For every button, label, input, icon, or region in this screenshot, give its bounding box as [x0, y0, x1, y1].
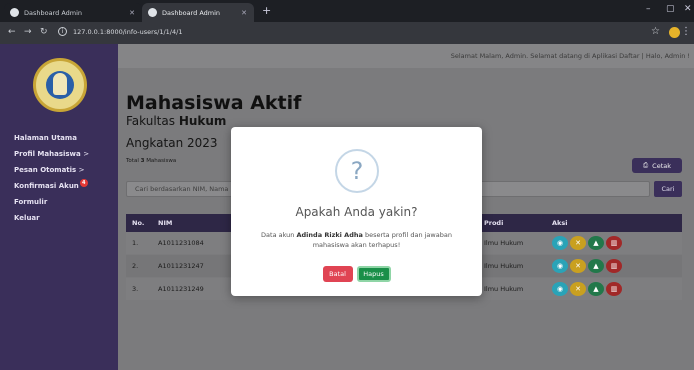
close-icon[interactable]: ✕ [129, 9, 135, 17]
sidebar-item-label: Konfirmasi Akun [14, 182, 79, 190]
confirm-delete-button[interactable]: Hapus [356, 266, 391, 282]
cell-prodi: Ilmu Hukum [484, 239, 524, 247]
graduate-cap-icon[interactable]: ▲ [588, 259, 604, 273]
cell-no: 2. [132, 262, 139, 270]
greeting-text: Selamat Malam, Admin. Selamat datang di … [450, 52, 690, 60]
dialog-buttons: Batal Hapus [231, 266, 482, 282]
cell-no: 1. [132, 239, 139, 247]
notification-badge: 4 [79, 179, 88, 187]
column-header-nim: NIM [158, 219, 173, 227]
faculty-name: Hukum [178, 114, 227, 128]
sidebar-item-konfirmasi-akun[interactable]: Konfirmasi Akun 4 [14, 178, 89, 194]
view-eye-icon[interactable]: ◉ [552, 282, 568, 296]
browser-tab-active[interactable]: Dashboard Admin ✕ [142, 3, 254, 22]
sidebar-item-keluar[interactable]: Keluar [14, 210, 89, 226]
sidebar-item-label: Profil Mahasiswa [14, 150, 81, 158]
sidebar-item-label: Keluar [14, 214, 40, 222]
tab-favicon-icon [10, 8, 19, 17]
view-eye-icon[interactable]: ◉ [552, 236, 568, 250]
row-actions: ◉ ✕ ▲ ▥ [552, 236, 622, 250]
sidebar: Halaman Utama Profil Mahasiswa > Pesan O… [0, 44, 118, 370]
chevron-right-icon: > [78, 166, 85, 174]
question-icon: ? [335, 149, 379, 193]
browser-tab[interactable]: Dashboard Admin ✕ [4, 3, 142, 22]
printer-icon: ⎙ [642, 161, 649, 169]
total-number: 3 [140, 158, 145, 164]
url-field[interactable]: i 127.0.0.1:8000/info-users/1/1/4/1 [58, 27, 182, 36]
cancel-button[interactable]: Batal [322, 266, 353, 282]
tab-favicon-icon [148, 8, 157, 17]
sidebar-item-label: Halaman Utama [14, 134, 77, 142]
row-actions: ◉ ✕ ▲ ▥ [552, 282, 622, 296]
reject-x-icon[interactable]: ✕ [570, 259, 586, 273]
print-button[interactable]: ⎙ Cetak [632, 158, 682, 173]
total-suffix: Mahasiswa [146, 158, 177, 164]
back-icon[interactable]: ← [8, 27, 16, 37]
university-logo [33, 58, 87, 112]
graduate-cap-icon[interactable]: ▲ [588, 236, 604, 250]
delete-trash-icon[interactable]: ▥ [606, 259, 622, 273]
total-prefix: Total [126, 158, 139, 164]
dialog-message: Data akun Adinda Rizki Adha beserta prof… [243, 230, 470, 250]
cell-no: 3. [132, 285, 139, 293]
sidebar-nav: Halaman Utama Profil Mahasiswa > Pesan O… [14, 130, 89, 226]
column-header-aksi: Aksi [552, 219, 568, 227]
cell-nim: A1011231249 [158, 285, 204, 293]
browser-tab-bar: Dashboard Admin ✕ Dashboard Admin ✕ + – … [0, 0, 694, 22]
delete-trash-icon[interactable]: ▥ [606, 282, 622, 296]
faculty-prefix: Fakultas [126, 114, 175, 128]
chevron-right-icon: > [83, 150, 90, 158]
sidebar-item-halaman-utama[interactable]: Halaman Utama [14, 130, 89, 146]
delete-trash-icon[interactable]: ▥ [606, 236, 622, 250]
sidebar-item-label: Pesan Otomatis [14, 166, 77, 174]
total-count: Total 3 Mahasiswa [126, 158, 176, 164]
search-button[interactable]: Cari [654, 181, 682, 197]
cell-nim: A1011231084 [158, 239, 204, 247]
reject-x-icon[interactable]: ✕ [570, 282, 586, 296]
maximize-icon[interactable]: ▢ [666, 4, 675, 14]
cell-nim: A1011231247 [158, 262, 204, 270]
faculty-heading: Fakultas Hukum [126, 114, 226, 128]
close-window-icon[interactable]: ✕ [684, 4, 692, 14]
reload-icon[interactable]: ↻ [40, 27, 48, 37]
row-actions: ◉ ✕ ▲ ▥ [552, 259, 622, 273]
page-title: Mahasiswa Aktif [126, 92, 302, 114]
address-bar: ← → ↻ i 127.0.0.1:8000/info-users/1/1/4/… [0, 22, 694, 44]
student-name: Adinda Rizki Adha [296, 231, 363, 239]
sidebar-item-label: Formulir [14, 198, 48, 206]
url-text: 127.0.0.1:8000/info-users/1/1/4/1 [73, 27, 183, 36]
logo-torch-icon [53, 73, 67, 95]
print-label: Cetak [652, 161, 672, 170]
cell-prodi: Ilmu Hukum [484, 262, 524, 270]
tab-title: Dashboard Admin [162, 8, 221, 17]
cell-prodi: Ilmu Hukum [484, 285, 524, 293]
header-bar: Selamat Malam, Admin. Selamat datang di … [118, 44, 694, 68]
profile-avatar-icon[interactable] [669, 27, 680, 38]
message-prefix: Data akun [261, 231, 295, 239]
sidebar-item-pesan-otomatis[interactable]: Pesan Otomatis > [14, 162, 89, 178]
cohort-heading: Angkatan 2023 [126, 136, 218, 150]
column-header-no: No. [132, 219, 145, 227]
site-info-icon[interactable]: i [58, 27, 67, 36]
view-eye-icon[interactable]: ◉ [552, 259, 568, 273]
sidebar-item-profil-mahasiswa[interactable]: Profil Mahasiswa > [14, 146, 89, 162]
graduate-cap-icon[interactable]: ▲ [588, 282, 604, 296]
dialog-title: Apakah Anda yakin? [295, 205, 418, 219]
forward-icon[interactable]: → [24, 27, 32, 37]
minimize-icon[interactable]: – [646, 4, 651, 14]
reject-x-icon[interactable]: ✕ [570, 236, 586, 250]
tab-title: Dashboard Admin [24, 8, 83, 17]
bookmark-star-icon[interactable]: ☆ [651, 26, 660, 37]
confirm-delete-dialog: ? Apakah Anda yakin? Data akun Adinda Ri… [231, 127, 482, 296]
new-tab-icon[interactable]: + [262, 4, 271, 17]
menu-kebab-icon[interactable]: ⋮ [681, 26, 691, 37]
close-icon[interactable]: ✕ [241, 9, 247, 17]
sidebar-item-formulir[interactable]: Formulir [14, 194, 89, 210]
column-header-prodi: Prodi [484, 219, 504, 227]
